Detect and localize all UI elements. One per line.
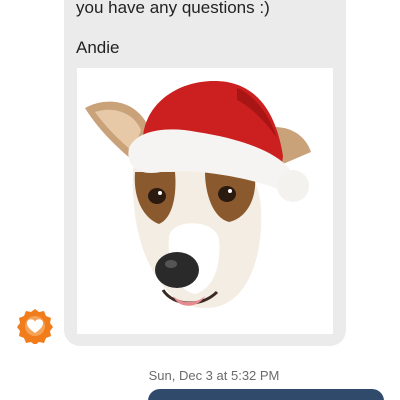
- dog-santa-hat-image: [85, 81, 311, 309]
- message-signature: Andie: [76, 38, 120, 57]
- dog-right-eye: [218, 186, 236, 202]
- outgoing-message-bubble[interactable]: [148, 389, 384, 400]
- dog-nose: [155, 252, 199, 288]
- dog-left-eye: [148, 188, 166, 204]
- santa-hat-pompom: [277, 170, 309, 202]
- message-timestamp: Sun, Dec 3 at 5:32 PM: [148, 368, 280, 383]
- heart-badge-icon[interactable]: [17, 308, 53, 344]
- message-photo[interactable]: [77, 68, 333, 334]
- chat-screen: you have any questions :) Andie Sun, Dec…: [0, 0, 400, 400]
- message-text-line-1: you have any questions :): [76, 0, 270, 17]
- incoming-message-bubble[interactable]: you have any questions :) Andie: [64, 0, 346, 346]
